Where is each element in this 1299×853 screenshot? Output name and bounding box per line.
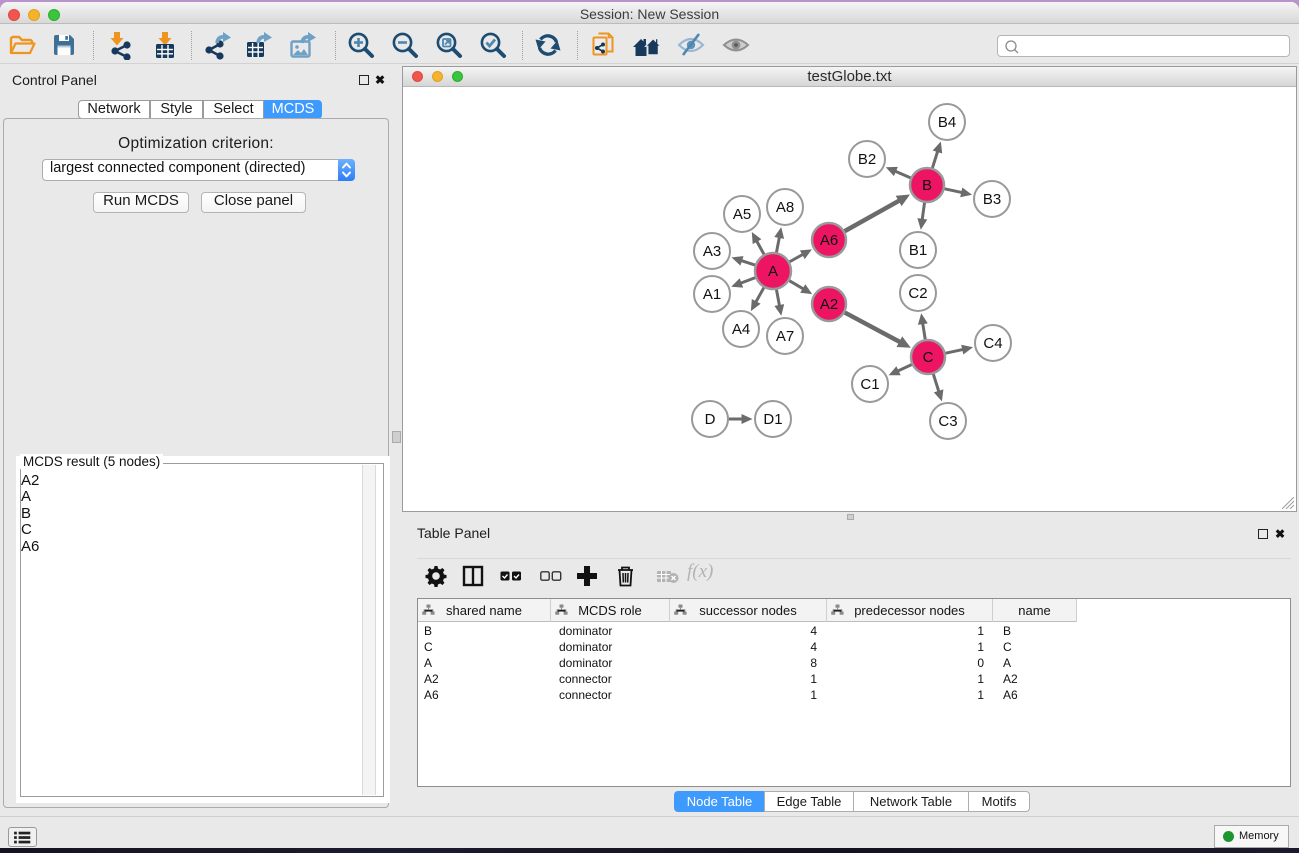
svg-text:A5: A5 [733, 206, 751, 223]
svg-text:A3: A3 [703, 243, 721, 260]
svg-text:A: A [768, 263, 778, 280]
svg-text:A2: A2 [820, 296, 838, 313]
svg-text:C3: C3 [938, 413, 957, 430]
svg-text:D1: D1 [763, 411, 782, 428]
svg-text:C4: C4 [983, 335, 1002, 352]
svg-text:A1: A1 [703, 286, 721, 303]
svg-text:B3: B3 [983, 191, 1001, 208]
svg-text:B: B [922, 177, 932, 194]
svg-text:C: C [923, 349, 934, 366]
svg-text:B1: B1 [909, 242, 927, 259]
svg-text:A8: A8 [776, 199, 794, 216]
svg-text:B4: B4 [938, 114, 956, 131]
svg-text:D: D [705, 411, 716, 428]
svg-text:A7: A7 [776, 328, 794, 345]
svg-text:B2: B2 [858, 151, 876, 168]
svg-text:C2: C2 [908, 285, 927, 302]
svg-text:C1: C1 [860, 376, 879, 393]
svg-text:A4: A4 [732, 321, 750, 338]
svg-text:A6: A6 [820, 232, 838, 249]
